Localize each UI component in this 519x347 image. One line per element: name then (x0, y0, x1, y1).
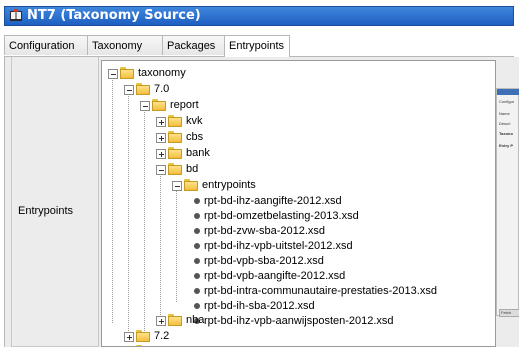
tree-file-label: rpt-bd-ihz-vpb-aanwijsposten-2012.xsd (204, 315, 394, 327)
tree-file-label: rpt-bd-vpb-aangifte-2012.xsd (204, 270, 346, 282)
tree-node-label: 7.2 (154, 330, 170, 342)
thumbnail-text: Configur (499, 99, 515, 104)
tree-node-label: bank (186, 147, 210, 159)
background-window-thumbnail: Configur Name Descri Taxono Entry P Fetc… (496, 88, 519, 317)
book-icon (10, 9, 22, 21)
tree-node-label: cbs (186, 131, 204, 143)
tree-file-label: rpt-bd-ihz-aangifte-2012.xsd (204, 195, 342, 207)
entrypoints-panel: Entrypoints taxonomy 7.0 report kvk cbs … (4, 57, 519, 347)
collapse-icon[interactable] (140, 101, 150, 111)
folder-icon (168, 314, 182, 326)
expand-icon[interactable] (124, 332, 134, 342)
tab-entrypoints[interactable]: Entrypoints (224, 35, 290, 57)
thumbnail-button: Fetch (499, 309, 519, 317)
tree-file-label: rpt-bd-omzetbelasting-2013.xsd (204, 210, 359, 222)
tree-file-label: rpt-bd-vpb-sba-2012.xsd (204, 255, 324, 267)
file-bullet-icon (194, 198, 200, 204)
tree-file-label: rpt-bd-zvw-sba-2012.xsd (204, 225, 326, 237)
tree-file-label: rpt-bd-ihz-vpb-uitstel-2012.xsd (204, 240, 353, 252)
file-bullet-icon (194, 273, 200, 279)
thumbnail-text: Entry P (499, 143, 514, 148)
tree-connector (160, 165, 161, 319)
folder-icon (168, 131, 182, 143)
file-bullet-icon (194, 243, 200, 249)
thumbnail-text: Taxono (499, 131, 513, 136)
thumbnail-text: Name (499, 111, 510, 116)
entrypoints-tree[interactable]: taxonomy 7.0 report kvk cbs bank bd entr… (101, 60, 496, 347)
file-bullet-icon (194, 303, 200, 309)
tab-taxonomy[interactable]: Taxonomy (87, 35, 163, 55)
file-bullet-icon (194, 258, 200, 264)
row-label-cell: Entrypoints (11, 57, 99, 347)
tree-connector (176, 182, 177, 302)
tree-connector (112, 73, 113, 323)
window-title-bar: NT7 (Taxonomy Source) (4, 6, 514, 26)
collapse-icon[interactable] (156, 165, 166, 175)
folder-open-icon (184, 179, 198, 191)
tree-node-label: entrypoints (202, 179, 256, 191)
expand-icon[interactable] (156, 117, 166, 127)
folder-open-icon (136, 83, 150, 95)
tree-connector (144, 105, 145, 331)
collapse-icon[interactable] (124, 85, 134, 95)
folder-icon (136, 330, 150, 342)
thumbnail-button-label: Fetch (501, 310, 512, 315)
tree-node-label: 7.0 (154, 83, 170, 95)
folder-open-icon (168, 163, 182, 175)
tree-node-label: bd (186, 163, 199, 175)
tree-file-label: rpt-bd-intra-communautaire-prestaties-20… (204, 285, 437, 297)
tree-file-label: rpt-bd-ih-sba-2012.xsd (204, 300, 315, 312)
window-titlebar: NT7 (Taxonomy Source) (0, 0, 519, 31)
collapse-icon[interactable] (108, 69, 118, 79)
tree-node-label: nba (186, 314, 205, 326)
collapse-icon[interactable] (172, 181, 182, 191)
file-bullet-icon (194, 213, 200, 219)
row-label: Entrypoints (18, 205, 74, 217)
thumbnail-titlebar (497, 89, 519, 95)
tree-connector (128, 89, 129, 331)
folder-open-icon (120, 67, 134, 79)
tree-node-label: taxonomy (138, 67, 186, 79)
expand-icon[interactable] (156, 133, 166, 143)
window-title: NT7 (Taxonomy Source) (27, 8, 201, 23)
tree-node-label: report (170, 99, 199, 111)
tab-configuration[interactable]: Configuration (4, 35, 88, 55)
thumbnail-text: Descri (499, 121, 511, 126)
folder-icon (168, 115, 182, 127)
tab-bar: Configuration Taxonomy Packages Entrypoi… (4, 35, 514, 57)
folder-open-icon (152, 99, 166, 111)
expand-icon[interactable] (156, 316, 166, 326)
tab-packages[interactable]: Packages (162, 35, 225, 55)
file-bullet-icon (194, 228, 200, 234)
tree-node-label: kvk (186, 115, 203, 127)
expand-icon[interactable] (156, 149, 166, 159)
file-bullet-icon (194, 288, 200, 294)
folder-icon (168, 147, 182, 159)
